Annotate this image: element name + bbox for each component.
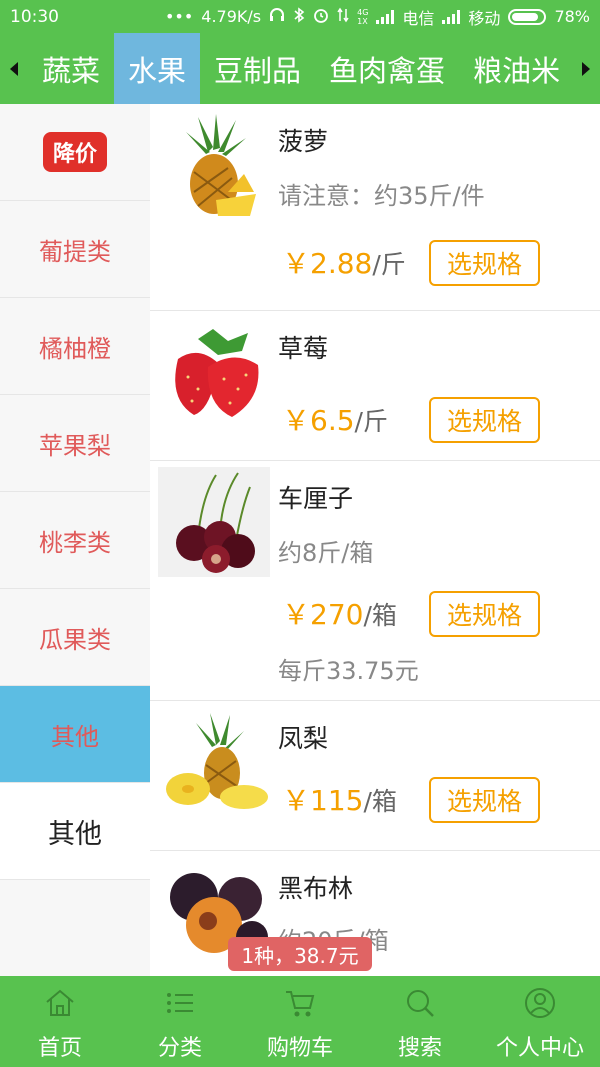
status-time: 10:30 <box>10 6 59 27</box>
sidebar-item-other[interactable]: 其他 <box>0 783 150 880</box>
chevron-left-icon <box>10 61 18 76</box>
data-arrows-icon <box>337 7 349 27</box>
select-spec-button[interactable]: 选规格 <box>429 240 540 286</box>
select-spec-button[interactable]: 选规格 <box>429 397 540 443</box>
product-note: 请注意：约35斤/件 <box>278 182 485 210</box>
product-price: ￥115/箱 <box>282 779 397 819</box>
price-value: ￥2.88 <box>282 247 373 280</box>
tab-fruit[interactable]: 水果 <box>114 33 201 104</box>
product-name: 车厘子 <box>278 484 354 513</box>
product-list: 菠萝 请注意：约35斤/件 ￥2.88/斤 选规格 草莓 ￥6.5/斤 选规格 <box>150 104 600 976</box>
tab-vegetables[interactable]: 蔬菜 <box>28 33 114 104</box>
product-image-pineapple <box>158 112 270 222</box>
select-spec-button[interactable]: 选规格 <box>429 591 540 637</box>
nav-search[interactable]: 搜索 <box>360 976 480 1067</box>
nav-categories-label: 分类 <box>157 1036 202 1061</box>
price-unit: /箱 <box>363 601 397 630</box>
price-unit: /斤 <box>354 407 388 436</box>
battery-percent: 78% <box>554 7 590 26</box>
signal-icon-2 <box>442 9 461 24</box>
nav-categories[interactable]: 分类 <box>120 976 240 1067</box>
product-note: 约8斤/箱 <box>278 539 374 567</box>
network-1x: 1X <box>357 16 368 26</box>
bluetooth-icon <box>293 6 305 27</box>
nav-search-label: 搜索 <box>397 1036 442 1061</box>
scroll-left-button[interactable] <box>0 33 28 104</box>
subcategory-sidebar: 降价 葡提类 橘柚橙 苹果梨 桃李类 瓜果类 其他 其他 <box>0 104 150 976</box>
product-price: ￥270/箱 <box>282 593 397 633</box>
network-type: 4G 1X <box>357 8 368 26</box>
sidebar-item-discount[interactable]: 降价 <box>0 104 150 201</box>
nav-cart-label: 购物车 <box>266 1036 333 1061</box>
price-value: ￥270 <box>282 598 364 631</box>
nav-home[interactable]: 首页 <box>0 976 120 1067</box>
status-bar: 10:30 ••• 4.79K/s 4G 1X 电信 移动 78% <box>0 0 600 33</box>
search-icon <box>403 986 437 1024</box>
sidebar-item-apple-pear[interactable]: 苹果梨 <box>0 395 150 492</box>
sidebar-item-grapes[interactable]: 葡提类 <box>0 201 150 298</box>
price-unit: /斤 <box>372 250 406 279</box>
sidebar-item-melons[interactable]: 瓜果类 <box>0 589 150 686</box>
product-image-pineapple-2 <box>158 709 270 819</box>
user-icon <box>523 986 557 1024</box>
home-icon <box>43 986 77 1024</box>
nav-cart[interactable]: 购物车 <box>240 976 360 1067</box>
product-name: 草莓 <box>278 334 329 363</box>
list-item[interactable]: 黑布林 约20斤/箱 <box>150 851 600 976</box>
cart-icon <box>283 986 317 1024</box>
category-tabs: 蔬菜 水果 豆制品 鱼肉禽蛋 粮油米 <box>28 33 572 104</box>
category-tab-bar: 蔬菜 水果 豆制品 鱼肉禽蛋 粮油米 <box>0 33 600 104</box>
product-price: ￥2.88/斤 <box>282 242 406 282</box>
product-image-strawberry <box>158 319 270 429</box>
scroll-right-button[interactable] <box>572 33 600 104</box>
carrier-2: 移动 <box>468 8 501 28</box>
tab-soy-products[interactable]: 豆制品 <box>200 33 315 104</box>
price-unit: /箱 <box>363 787 397 816</box>
nav-home-label: 首页 <box>37 1036 82 1061</box>
chevron-right-icon <box>582 61 590 76</box>
battery-icon <box>508 8 547 25</box>
product-name: 凤梨 <box>278 724 329 753</box>
network-4g: 4G <box>357 7 369 17</box>
product-price: ￥6.5/斤 <box>282 399 388 439</box>
list-item[interactable]: 菠萝 请注意：约35斤/件 ￥2.88/斤 选规格 <box>150 104 600 311</box>
nav-profile-label: 个人中心 <box>495 1036 584 1061</box>
list-item[interactable]: 草莓 ￥6.5/斤 选规格 <box>150 311 600 461</box>
headphone-icon <box>269 7 285 27</box>
tab-fish-meat-eggs[interactable]: 鱼肉禽蛋 <box>315 33 459 104</box>
product-image-cherry <box>158 467 270 577</box>
price-value: ￥6.5 <box>282 404 355 437</box>
list-item[interactable]: 车厘子 约8斤/箱 ￥270/箱 选规格 每斤33.75元 <box>150 461 600 701</box>
price-value: ￥115 <box>282 784 364 817</box>
product-name: 菠萝 <box>278 127 329 156</box>
product-name: 黑布林 <box>278 874 354 903</box>
list-item[interactable]: 凤梨 ￥115/箱 选规格 <box>150 701 600 851</box>
bottom-navigation: 首页 分类 购物车 搜索 个人中心 <box>0 976 600 1067</box>
price-per-jin: 每斤33.75元 <box>278 657 419 685</box>
list-icon <box>163 986 197 1024</box>
nav-profile[interactable]: 个人中心 <box>480 976 600 1067</box>
carrier-1: 电信 <box>402 8 435 28</box>
alarm-icon <box>313 7 329 27</box>
sidebar-item-citrus[interactable]: 橘柚橙 <box>0 298 150 395</box>
discount-badge: 降价 <box>42 132 107 172</box>
network-speed: 4.79K/s <box>201 7 262 26</box>
sidebar-item-peach-plum[interactable]: 桃李类 <box>0 492 150 589</box>
tab-grain-oil-rice[interactable]: 粮油米 <box>459 33 572 104</box>
select-spec-button[interactable]: 选规格 <box>429 777 540 823</box>
signal-icon <box>376 9 395 24</box>
sidebar-item-other-active[interactable]: 其他 <box>0 686 150 783</box>
status-dots: ••• <box>164 7 194 26</box>
cart-summary-badge[interactable]: 1种，38.7元 <box>228 937 372 971</box>
